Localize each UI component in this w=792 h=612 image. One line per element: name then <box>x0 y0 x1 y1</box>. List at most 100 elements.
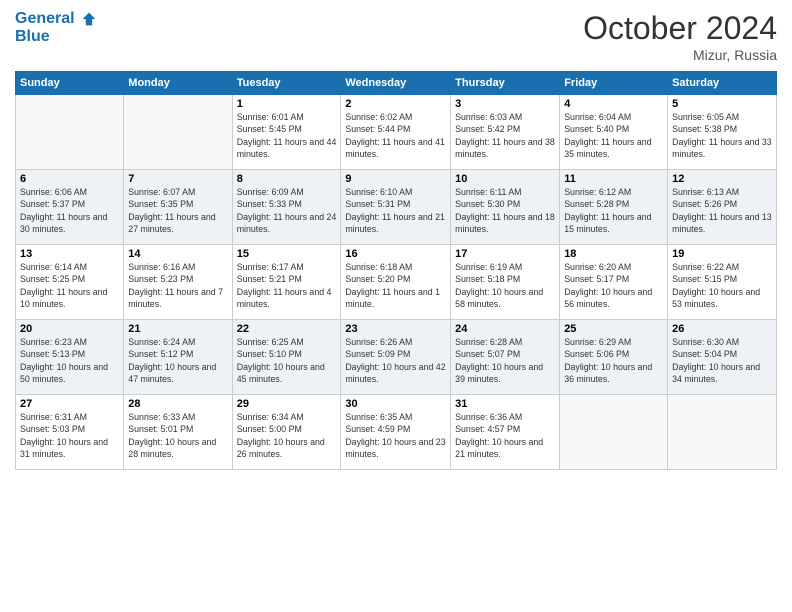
calendar-row-3: 20Sunrise: 6:23 AM Sunset: 5:13 PM Dayli… <box>16 320 777 395</box>
table-row: 15Sunrise: 6:17 AM Sunset: 5:21 PM Dayli… <box>232 245 341 320</box>
day-info: Sunrise: 6:28 AM Sunset: 5:07 PM Dayligh… <box>455 336 555 385</box>
table-row: 23Sunrise: 6:26 AM Sunset: 5:09 PM Dayli… <box>341 320 451 395</box>
col-tuesday: Tuesday <box>232 72 341 95</box>
day-number: 15 <box>237 248 337 260</box>
day-info: Sunrise: 6:24 AM Sunset: 5:12 PM Dayligh… <box>128 336 227 385</box>
page: General Blue October 2024 Mizur, Russia … <box>0 0 792 612</box>
table-row: 12Sunrise: 6:13 AM Sunset: 5:26 PM Dayli… <box>668 170 777 245</box>
title-section: October 2024 Mizur, Russia <box>583 10 777 63</box>
day-number: 21 <box>128 323 227 335</box>
day-number: 22 <box>237 323 337 335</box>
day-number: 11 <box>564 173 663 185</box>
table-row <box>124 95 232 170</box>
table-row: 6Sunrise: 6:06 AM Sunset: 5:37 PM Daylig… <box>16 170 124 245</box>
day-info: Sunrise: 6:03 AM Sunset: 5:42 PM Dayligh… <box>455 111 555 160</box>
day-number: 26 <box>672 323 772 335</box>
table-row: 9Sunrise: 6:10 AM Sunset: 5:31 PM Daylig… <box>341 170 451 245</box>
table-row: 17Sunrise: 6:19 AM Sunset: 5:18 PM Dayli… <box>451 245 560 320</box>
day-number: 28 <box>128 398 227 410</box>
day-number: 30 <box>345 398 446 410</box>
day-info: Sunrise: 6:09 AM Sunset: 5:33 PM Dayligh… <box>237 186 337 235</box>
day-number: 9 <box>345 173 446 185</box>
day-info: Sunrise: 6:07 AM Sunset: 5:35 PM Dayligh… <box>128 186 227 235</box>
day-number: 31 <box>455 398 555 410</box>
day-number: 17 <box>455 248 555 260</box>
table-row: 8Sunrise: 6:09 AM Sunset: 5:33 PM Daylig… <box>232 170 341 245</box>
day-info: Sunrise: 6:34 AM Sunset: 5:00 PM Dayligh… <box>237 411 337 460</box>
table-row: 18Sunrise: 6:20 AM Sunset: 5:17 PM Dayli… <box>560 245 668 320</box>
day-number: 14 <box>128 248 227 260</box>
day-info: Sunrise: 6:19 AM Sunset: 5:18 PM Dayligh… <box>455 261 555 310</box>
day-info: Sunrise: 6:25 AM Sunset: 5:10 PM Dayligh… <box>237 336 337 385</box>
day-number: 10 <box>455 173 555 185</box>
day-info: Sunrise: 6:13 AM Sunset: 5:26 PM Dayligh… <box>672 186 772 235</box>
day-info: Sunrise: 6:20 AM Sunset: 5:17 PM Dayligh… <box>564 261 663 310</box>
day-info: Sunrise: 6:36 AM Sunset: 4:57 PM Dayligh… <box>455 411 555 460</box>
day-number: 29 <box>237 398 337 410</box>
location: Mizur, Russia <box>583 47 777 63</box>
calendar-row-0: 1Sunrise: 6:01 AM Sunset: 5:45 PM Daylig… <box>16 95 777 170</box>
day-info: Sunrise: 6:05 AM Sunset: 5:38 PM Dayligh… <box>672 111 772 160</box>
day-number: 2 <box>345 98 446 110</box>
table-row <box>16 95 124 170</box>
table-row: 22Sunrise: 6:25 AM Sunset: 5:10 PM Dayli… <box>232 320 341 395</box>
day-number: 8 <box>237 173 337 185</box>
day-number: 6 <box>20 173 119 185</box>
table-row: 13Sunrise: 6:14 AM Sunset: 5:25 PM Dayli… <box>16 245 124 320</box>
day-number: 3 <box>455 98 555 110</box>
table-row: 11Sunrise: 6:12 AM Sunset: 5:28 PM Dayli… <box>560 170 668 245</box>
table-row: 31Sunrise: 6:36 AM Sunset: 4:57 PM Dayli… <box>451 395 560 470</box>
col-saturday: Saturday <box>668 72 777 95</box>
day-number: 20 <box>20 323 119 335</box>
day-number: 4 <box>564 98 663 110</box>
table-row: 25Sunrise: 6:29 AM Sunset: 5:06 PM Dayli… <box>560 320 668 395</box>
day-info: Sunrise: 6:17 AM Sunset: 5:21 PM Dayligh… <box>237 261 337 310</box>
day-number: 18 <box>564 248 663 260</box>
table-row: 21Sunrise: 6:24 AM Sunset: 5:12 PM Dayli… <box>124 320 232 395</box>
day-info: Sunrise: 6:35 AM Sunset: 4:59 PM Dayligh… <box>345 411 446 460</box>
day-info: Sunrise: 6:22 AM Sunset: 5:15 PM Dayligh… <box>672 261 772 310</box>
table-row: 16Sunrise: 6:18 AM Sunset: 5:20 PM Dayli… <box>341 245 451 320</box>
calendar-row-4: 27Sunrise: 6:31 AM Sunset: 5:03 PM Dayli… <box>16 395 777 470</box>
day-number: 16 <box>345 248 446 260</box>
day-number: 7 <box>128 173 227 185</box>
header-row: Sunday Monday Tuesday Wednesday Thursday… <box>16 72 777 95</box>
table-row <box>668 395 777 470</box>
day-number: 27 <box>20 398 119 410</box>
table-row: 20Sunrise: 6:23 AM Sunset: 5:13 PM Dayli… <box>16 320 124 395</box>
day-info: Sunrise: 6:31 AM Sunset: 5:03 PM Dayligh… <box>20 411 119 460</box>
day-info: Sunrise: 6:16 AM Sunset: 5:23 PM Dayligh… <box>128 261 227 310</box>
table-row: 5Sunrise: 6:05 AM Sunset: 5:38 PM Daylig… <box>668 95 777 170</box>
day-info: Sunrise: 6:12 AM Sunset: 5:28 PM Dayligh… <box>564 186 663 235</box>
table-row: 29Sunrise: 6:34 AM Sunset: 5:00 PM Dayli… <box>232 395 341 470</box>
table-row: 14Sunrise: 6:16 AM Sunset: 5:23 PM Dayli… <box>124 245 232 320</box>
day-info: Sunrise: 6:01 AM Sunset: 5:45 PM Dayligh… <box>237 111 337 160</box>
day-info: Sunrise: 6:11 AM Sunset: 5:30 PM Dayligh… <box>455 186 555 235</box>
day-info: Sunrise: 6:30 AM Sunset: 5:04 PM Dayligh… <box>672 336 772 385</box>
day-info: Sunrise: 6:33 AM Sunset: 5:01 PM Dayligh… <box>128 411 227 460</box>
logo-icon <box>81 11 97 27</box>
col-thursday: Thursday <box>451 72 560 95</box>
calendar: Sunday Monday Tuesday Wednesday Thursday… <box>15 71 777 470</box>
calendar-row-1: 6Sunrise: 6:06 AM Sunset: 5:37 PM Daylig… <box>16 170 777 245</box>
table-row: 19Sunrise: 6:22 AM Sunset: 5:15 PM Dayli… <box>668 245 777 320</box>
day-number: 12 <box>672 173 772 185</box>
day-number: 25 <box>564 323 663 335</box>
table-row: 7Sunrise: 6:07 AM Sunset: 5:35 PM Daylig… <box>124 170 232 245</box>
table-row: 28Sunrise: 6:33 AM Sunset: 5:01 PM Dayli… <box>124 395 232 470</box>
col-wednesday: Wednesday <box>341 72 451 95</box>
table-row: 26Sunrise: 6:30 AM Sunset: 5:04 PM Dayli… <box>668 320 777 395</box>
table-row <box>560 395 668 470</box>
day-info: Sunrise: 6:04 AM Sunset: 5:40 PM Dayligh… <box>564 111 663 160</box>
day-number: 5 <box>672 98 772 110</box>
day-info: Sunrise: 6:18 AM Sunset: 5:20 PM Dayligh… <box>345 261 446 310</box>
table-row: 27Sunrise: 6:31 AM Sunset: 5:03 PM Dayli… <box>16 395 124 470</box>
day-info: Sunrise: 6:26 AM Sunset: 5:09 PM Dayligh… <box>345 336 446 385</box>
day-number: 23 <box>345 323 446 335</box>
table-row: 3Sunrise: 6:03 AM Sunset: 5:42 PM Daylig… <box>451 95 560 170</box>
logo-blue: Blue <box>15 28 97 46</box>
day-number: 19 <box>672 248 772 260</box>
day-info: Sunrise: 6:23 AM Sunset: 5:13 PM Dayligh… <box>20 336 119 385</box>
table-row: 2Sunrise: 6:02 AM Sunset: 5:44 PM Daylig… <box>341 95 451 170</box>
table-row: 4Sunrise: 6:04 AM Sunset: 5:40 PM Daylig… <box>560 95 668 170</box>
